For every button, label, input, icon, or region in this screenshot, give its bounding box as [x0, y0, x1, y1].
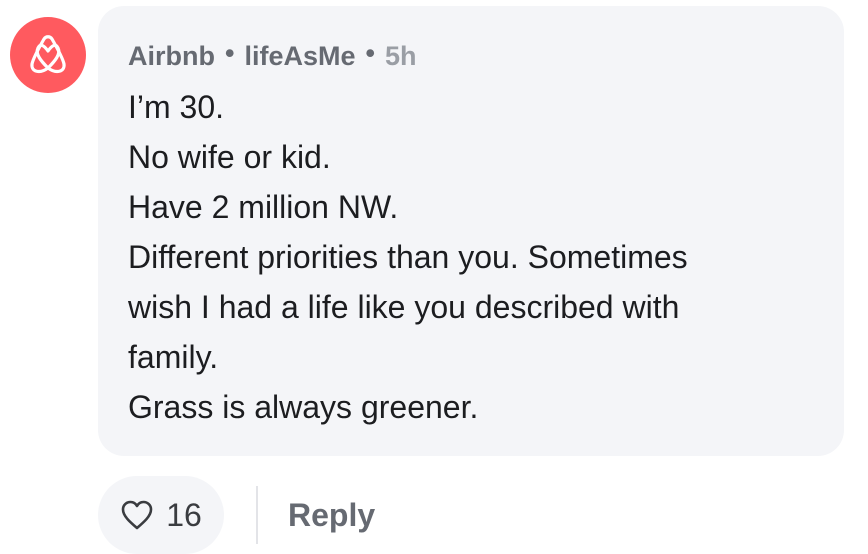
meta-separator: • — [225, 38, 235, 68]
comment-line: Have 2 million NW. — [128, 189, 399, 225]
brand-name[interactable]: Airbnb — [128, 40, 215, 72]
avatar[interactable] — [10, 17, 86, 93]
like-count: 16 — [166, 496, 202, 533]
comment-line: I’m 30. — [128, 89, 225, 125]
comment-meta: Airbnb • lifeAsMe • 5h — [128, 38, 814, 72]
author-name[interactable]: lifeAsMe — [244, 40, 355, 72]
like-button[interactable]: 16 — [98, 476, 224, 554]
comment-line: No wife or kid. — [128, 139, 331, 175]
comment-actions: 16 Reply — [98, 476, 375, 554]
comment: Airbnb • lifeAsMe • 5h I’m 30. No wife o… — [0, 0, 868, 554]
timestamp: 5h — [384, 41, 417, 71]
comment-line: family. — [128, 339, 219, 375]
meta-separator: • — [365, 38, 375, 68]
comment-bubble: Airbnb • lifeAsMe • 5h I’m 30. No wife o… — [98, 6, 844, 456]
heart-icon — [121, 500, 153, 530]
comment-line: wish I had a life like you described wit… — [128, 289, 680, 325]
action-divider — [256, 486, 258, 544]
comment-text: I’m 30. No wife or kid. Have 2 million N… — [128, 82, 814, 432]
comment-line: Different priorities than you. Sometimes — [128, 239, 688, 275]
comment-line: Grass is always greener. — [128, 389, 479, 425]
reply-button[interactable]: Reply — [288, 497, 375, 534]
airbnb-logo-icon — [30, 35, 66, 74]
